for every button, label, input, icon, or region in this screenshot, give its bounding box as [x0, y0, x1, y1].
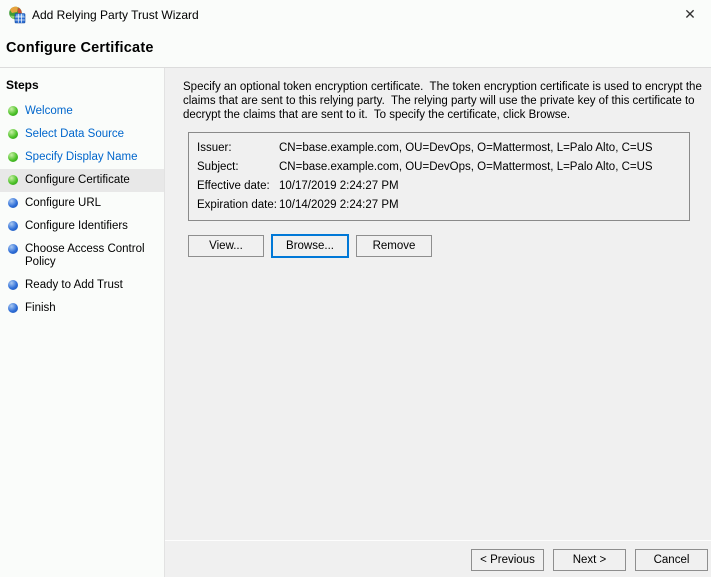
step-bullet-icon — [8, 198, 18, 208]
cancel-button[interactable]: Cancel — [635, 549, 708, 571]
steps-sidebar: Steps Welcome Select Data Source Specify D… — [0, 68, 165, 577]
certificate-field-row: Issuer:CN=base.example.com, OU=DevOps, O… — [197, 138, 681, 157]
sidebar-step-configure-certificate[interactable]: Configure Certificate — [0, 169, 164, 192]
certificate-details-box: Issuer:CN=base.example.com, OU=DevOps, O… — [188, 132, 690, 221]
titlebar: Add Relying Party Trust Wizard ✕ — [0, 0, 711, 30]
certificate-field-row: Subject:CN=base.example.com, OU=DevOps, … — [197, 157, 681, 176]
steps-list: Welcome Select Data Source Specify Display… — [0, 100, 164, 320]
description-text: Specify an optional token encryption cer… — [183, 80, 705, 122]
remove-button[interactable]: Remove — [356, 235, 432, 257]
sidebar-step-select-data-source[interactable]: Select Data Source — [0, 123, 164, 146]
certificate-actions: View... Browse... Remove — [188, 235, 705, 257]
step-bullet-icon — [8, 280, 18, 290]
step-label: Ready to Add Trust — [25, 279, 123, 292]
sidebar-step-configure-identifiers[interactable]: Configure Identifiers — [0, 215, 164, 238]
sidebar-step-specify-display-name[interactable]: Specify Display Name — [0, 146, 164, 169]
certificate-field-row: Effective date:10/17/2019 2:24:27 PM — [197, 176, 681, 195]
step-bullet-icon — [8, 129, 18, 139]
step-bullet-icon — [8, 152, 18, 162]
step-label: Configure Certificate — [25, 174, 130, 187]
certificate-field-value: 10/17/2019 2:24:27 PM — [279, 179, 681, 193]
step-label: Finish — [25, 302, 56, 315]
browse-button[interactable]: Browse... — [272, 235, 348, 257]
sidebar-step-ready-to-add-trust[interactable]: Ready to Add Trust — [0, 274, 164, 297]
step-bullet-icon — [8, 221, 18, 231]
step-bullet-icon — [8, 106, 18, 116]
sidebar-step-welcome[interactable]: Welcome — [0, 100, 164, 123]
certificate-field-value: CN=base.example.com, OU=DevOps, O=Matter… — [279, 160, 681, 174]
page-title: Configure Certificate — [6, 40, 154, 56]
next-button[interactable]: Next > — [553, 549, 626, 571]
close-icon[interactable]: ✕ — [679, 4, 701, 24]
certificate-field-label: Subject: — [197, 160, 279, 174]
wizard-window: Add Relying Party Trust Wizard ✕ Configu… — [0, 0, 711, 577]
sidebar-step-configure-url[interactable]: Configure URL — [0, 192, 164, 215]
view-button[interactable]: View... — [188, 235, 264, 257]
step-label: Configure Identifiers — [25, 220, 128, 233]
adfs-wizard-icon — [8, 6, 26, 24]
step-label: Welcome — [25, 105, 73, 118]
steps-title: Steps — [0, 76, 164, 100]
certificate-field-value: CN=base.example.com, OU=DevOps, O=Matter… — [279, 141, 681, 155]
step-label: Specify Display Name — [25, 151, 137, 164]
certificate-field-label: Issuer: — [197, 141, 279, 155]
step-bullet-icon — [8, 303, 18, 313]
certificate-field-row: Expiration date:10/14/2029 2:24:27 PM — [197, 195, 681, 214]
main-panel: Specify an optional token encryption cer… — [165, 68, 711, 577]
wizard-content: Steps Welcome Select Data Source Specify D… — [0, 67, 711, 577]
certificate-field-label: Expiration date: — [197, 198, 279, 212]
certificate-field-label: Effective date: — [197, 179, 279, 193]
step-bullet-icon — [8, 175, 18, 185]
step-bullet-icon — [8, 244, 18, 254]
previous-button[interactable]: < Previous — [471, 549, 544, 571]
step-label: Choose Access Control Policy — [25, 243, 160, 269]
window-title: Add Relying Party Trust Wizard — [32, 8, 199, 22]
sidebar-step-choose-access-control-policy[interactable]: Choose Access Control Policy — [0, 238, 164, 274]
certificate-fields: Issuer:CN=base.example.com, OU=DevOps, O… — [197, 138, 681, 214]
certificate-field-value: 10/14/2029 2:24:27 PM — [279, 198, 681, 212]
step-label: Configure URL — [25, 197, 101, 210]
step-label: Select Data Source — [25, 128, 124, 141]
sidebar-step-finish[interactable]: Finish — [0, 297, 164, 320]
footer-bar: < Previous Next > Cancel — [165, 540, 711, 577]
